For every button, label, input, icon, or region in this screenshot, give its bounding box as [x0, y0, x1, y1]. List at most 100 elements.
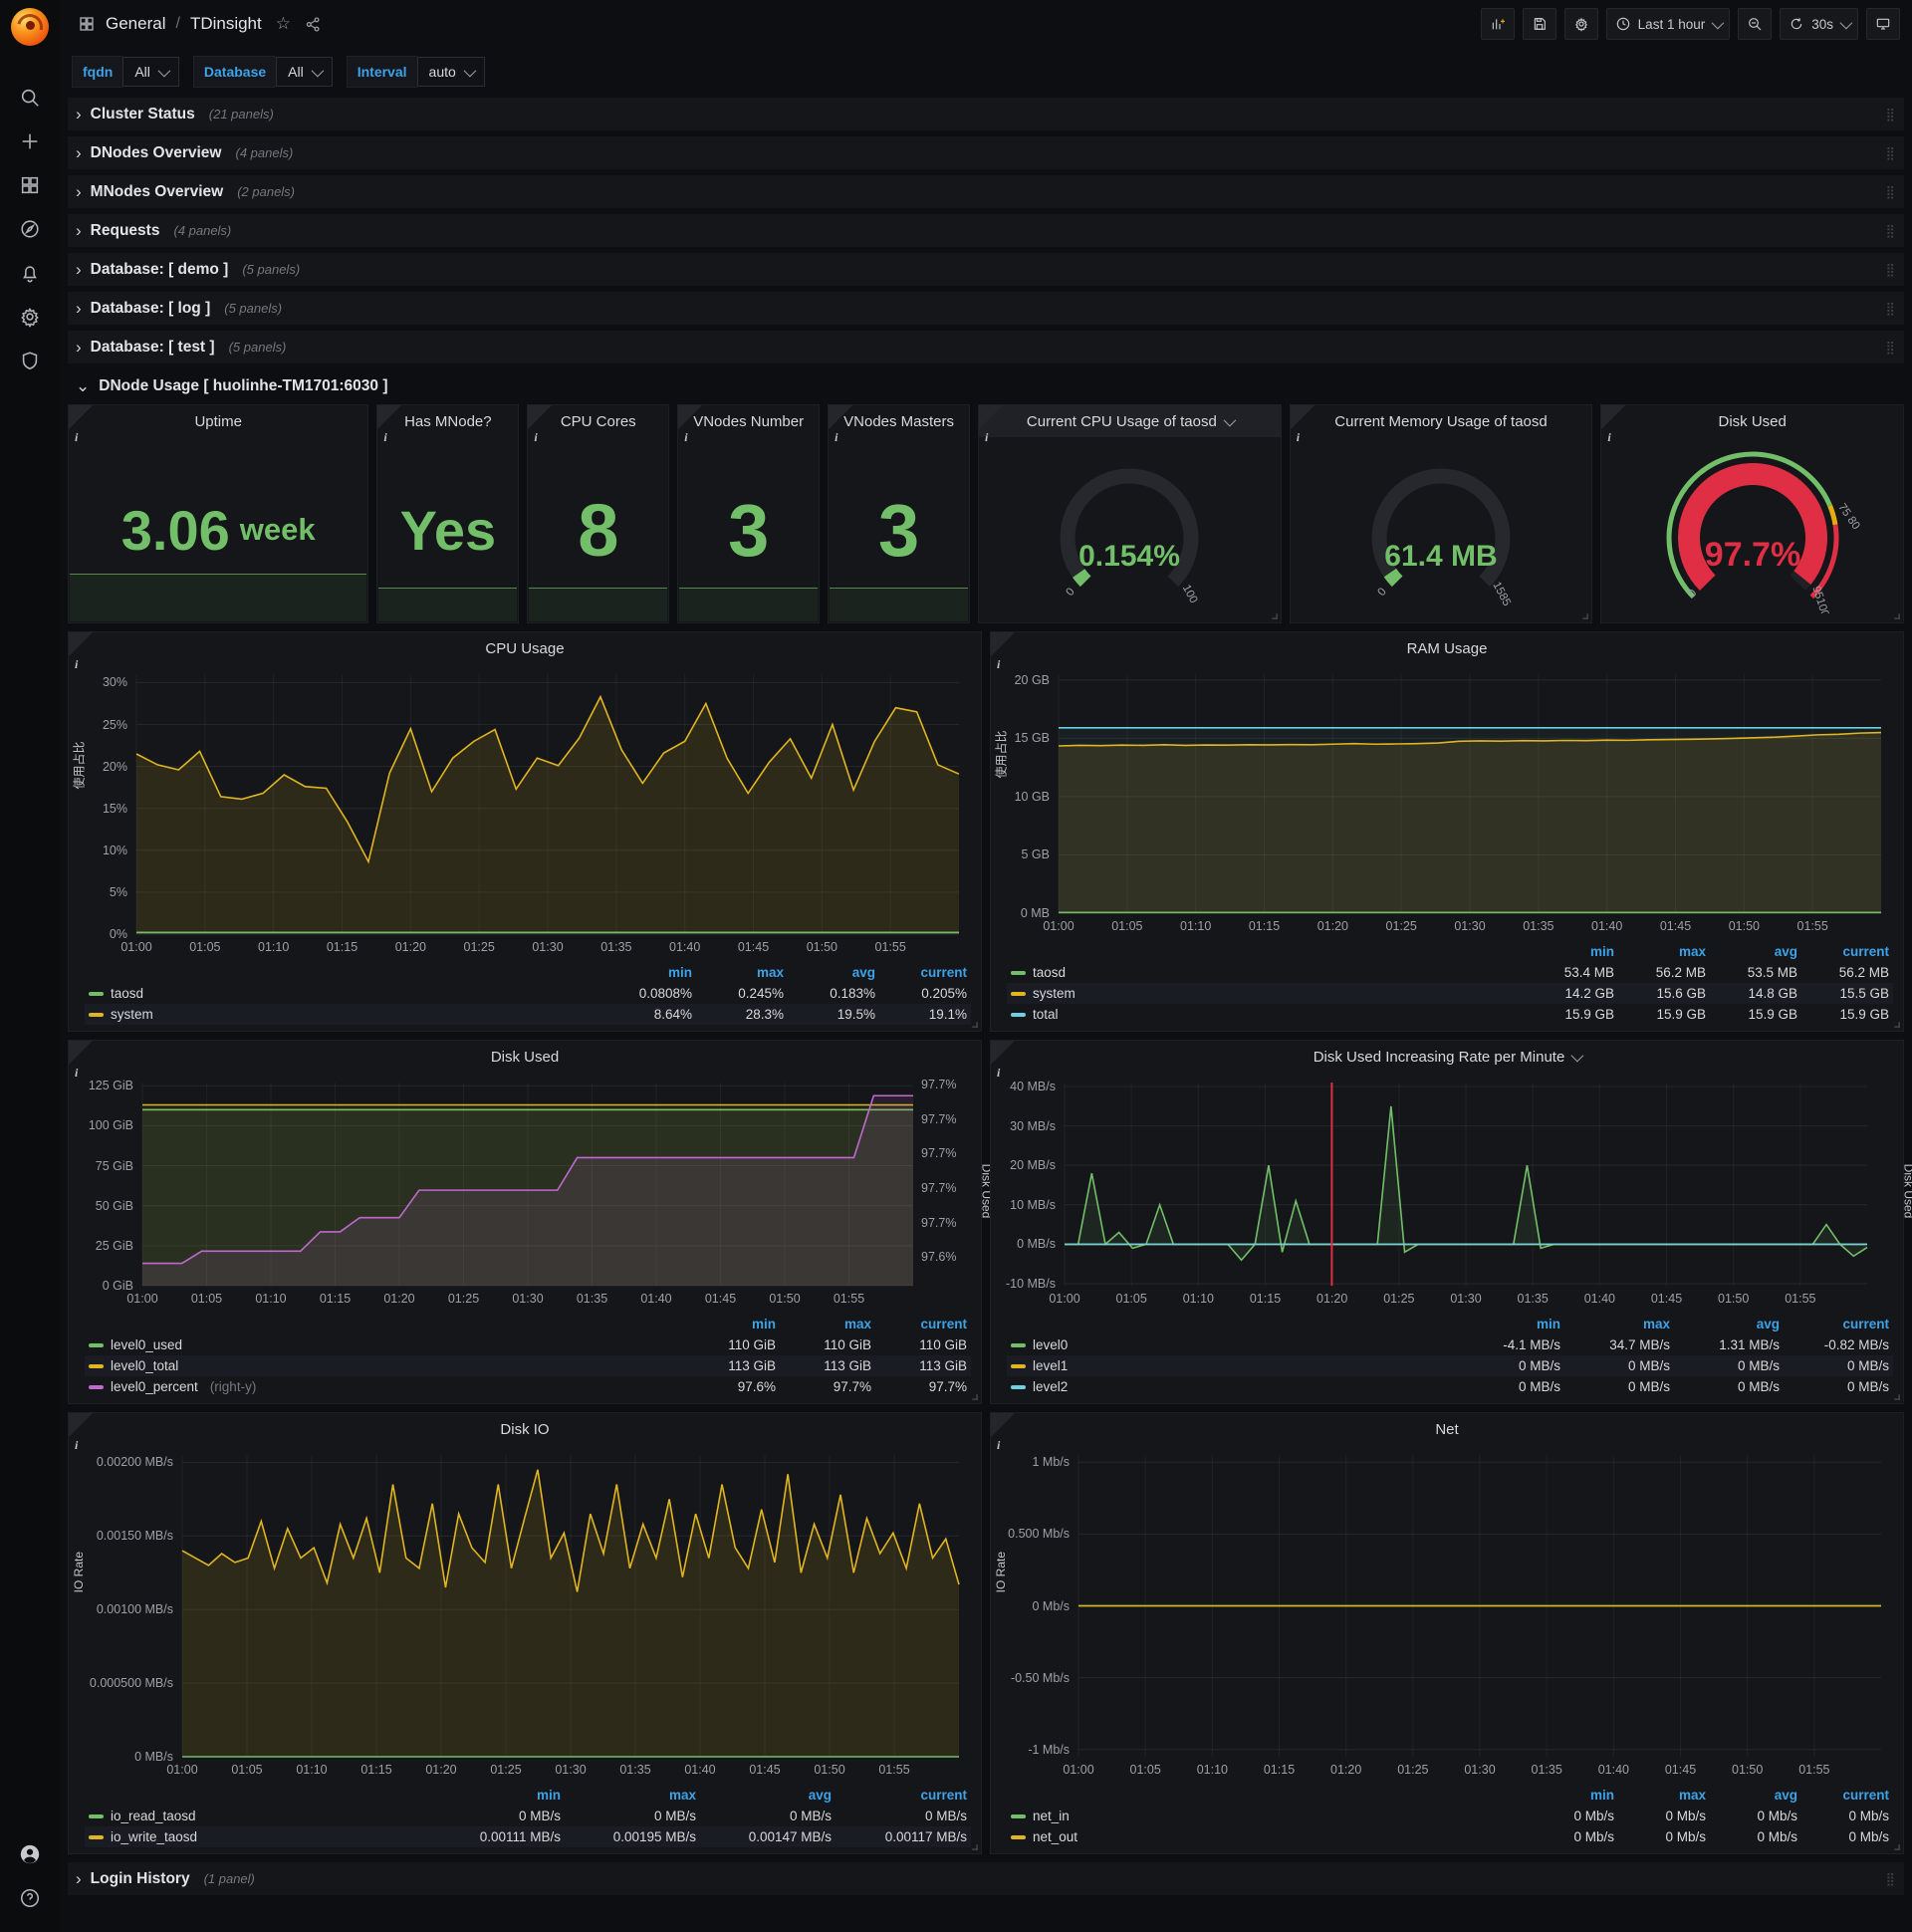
panel-resize-handle[interactable]: [1894, 1394, 1900, 1400]
panel-title[interactable]: Disk Used Increasing Rate per Minute: [991, 1041, 1903, 1073]
legend-series-toggle[interactable]: net_in: [1011, 1809, 1523, 1823]
panel-title[interactable]: Disk Used: [1601, 405, 1903, 437]
panel-info-corner[interactable]: i: [528, 405, 553, 444]
panel-info-corner[interactable]: i: [69, 1413, 93, 1452]
dashboard-settings-button[interactable]: [1563, 8, 1598, 40]
legend-column-header[interactable]: min: [1527, 1785, 1618, 1806]
row-drag-handle[interactable]: ⣿: [1885, 301, 1896, 317]
panel-info-corner[interactable]: i: [678, 405, 703, 444]
breadcrumb-page[interactable]: TDinsight: [190, 14, 262, 34]
legend-series-toggle[interactable]: level0_percent (right-y): [89, 1379, 680, 1394]
star-icon[interactable]: ☆: [276, 14, 291, 34]
legend-series-toggle[interactable]: taosd: [1011, 965, 1523, 980]
panel-info-corner[interactable]: i: [69, 632, 93, 671]
dashboard-row-cluster-status[interactable]: › Cluster Status (21 panels) ⣿: [68, 98, 1904, 130]
row-drag-handle[interactable]: ⣿: [1885, 1871, 1896, 1887]
variable-value-dropdown[interactable]: All: [276, 57, 333, 87]
panel-title[interactable]: Disk IO: [69, 1413, 981, 1445]
legend-column-header[interactable]: current: [836, 1785, 971, 1806]
panel-resize-handle[interactable]: [1894, 613, 1900, 619]
panel-info-corner[interactable]: i: [979, 405, 1004, 444]
dashboard-row-database-test-[interactable]: › Database: [ test ] (5 panels) ⣿: [68, 331, 1904, 363]
zoom-out-time-button[interactable]: [1738, 8, 1773, 40]
dashboard-row-mnodes-overview[interactable]: › MNodes Overview (2 panels) ⣿: [68, 175, 1904, 208]
row-drag-handle[interactable]: ⣿: [1885, 262, 1896, 278]
panel-info-corner[interactable]: i: [377, 405, 402, 444]
legend-series-toggle[interactable]: system: [1011, 986, 1523, 1001]
legend-column-header[interactable]: avg: [1674, 1314, 1784, 1334]
legend-series-toggle[interactable]: level0_total: [89, 1358, 680, 1373]
panel-resize-handle[interactable]: [1271, 613, 1278, 619]
legend-column-header[interactable]: min: [429, 1785, 565, 1806]
alerting-bell-icon[interactable]: [0, 251, 60, 295]
help-icon[interactable]: [0, 1876, 60, 1920]
variable-label[interactable]: fqdn: [72, 56, 123, 88]
panel-title[interactable]: Current CPU Usage of taosd: [979, 405, 1281, 437]
panel-title[interactable]: Disk Used: [69, 1041, 981, 1073]
panel-resize-handle[interactable]: [1894, 1022, 1900, 1028]
variable-label[interactable]: Interval: [346, 56, 417, 88]
row-drag-handle[interactable]: ⣿: [1885, 184, 1896, 200]
legend-series-toggle[interactable]: level1: [1011, 1358, 1451, 1373]
dashboard-row-database-log-[interactable]: › Database: [ log ] (5 panels) ⣿: [68, 292, 1904, 325]
tv-mode-button[interactable]: [1866, 8, 1900, 40]
dashboard-row-dnodes-overview[interactable]: › DNodes Overview (4 panels) ⣿: [68, 136, 1904, 169]
panel-resize-handle[interactable]: [972, 1022, 978, 1028]
row-drag-handle[interactable]: ⣿: [1885, 145, 1896, 161]
legend-series-toggle[interactable]: system: [89, 1007, 600, 1022]
legend-series-toggle[interactable]: level0: [1011, 1337, 1451, 1352]
panel-info-corner[interactable]: i: [991, 632, 1015, 671]
plot-area[interactable]: 0 MB/s 0.000500 MB/s 0.00100 MB/s 0.00150 M…: [72, 1455, 959, 1777]
plot-area[interactable]: -1 Mb/s -0.50 Mb/s 0 Mb/s 0.500 Mb/s 1 Mb/s 0…: [994, 1455, 1881, 1777]
legend-column-header[interactable]: min: [1527, 941, 1618, 962]
plot-area[interactable]: -10 MB/s 0 MB/s 10 MB/s 20 MB/s 30 MB/s 40 MB…: [1006, 1080, 1912, 1306]
legend-column-header[interactable]: current: [1801, 1785, 1893, 1806]
legend-column-header[interactable]: max: [1618, 941, 1710, 962]
plot-area[interactable]: 0% 5% 10% 15% 20% 25% 30% 01:00 01:05 01:10 01:15 0…: [73, 674, 959, 954]
legend-series-toggle[interactable]: total: [1011, 1007, 1523, 1022]
legend-column-header[interactable]: current: [1784, 1314, 1893, 1334]
row-dnode-usage[interactable]: ⌄ DNode Usage [ huolinhe-TM1701:6030 ]: [68, 369, 1904, 402]
server-admin-shield-icon[interactable]: [0, 339, 60, 382]
dashboards-icon[interactable]: [0, 163, 60, 207]
legend-series-toggle[interactable]: io_read_taosd: [89, 1809, 425, 1823]
create-plus-icon[interactable]: [0, 120, 60, 163]
dashboard-row-requests[interactable]: › Requests (4 panels) ⣿: [68, 214, 1904, 247]
panel-info-corner[interactable]: i: [69, 1041, 93, 1080]
search-icon[interactable]: [0, 76, 60, 120]
panel-title[interactable]: Uptime: [69, 405, 367, 437]
configuration-gear-icon[interactable]: [0, 295, 60, 339]
panel-title[interactable]: Current Memory Usage of taosd: [1291, 405, 1592, 437]
legend-column-header[interactable]: avg: [700, 1785, 836, 1806]
row-drag-handle[interactable]: ⣿: [1885, 107, 1896, 122]
breadcrumb-section[interactable]: General: [106, 14, 165, 34]
panel-resize-handle[interactable]: [972, 1844, 978, 1850]
panel-resize-handle[interactable]: [1582, 613, 1589, 619]
add-panel-button[interactable]: [1480, 8, 1515, 40]
panel-info-corner[interactable]: i: [1290, 405, 1314, 444]
dashboard-row-database-demo-[interactable]: › Database: [ demo ] (5 panels) ⣿: [68, 253, 1904, 286]
legend-column-header[interactable]: current: [879, 962, 971, 983]
legend-series-toggle[interactable]: io_write_taosd: [89, 1829, 425, 1844]
legend-column-header[interactable]: max: [565, 1785, 700, 1806]
legend-series-toggle[interactable]: level0_used: [89, 1337, 680, 1352]
row-login-history[interactable]: › Login History (1 panel) ⣿: [68, 1862, 1904, 1895]
legend-column-header[interactable]: min: [604, 962, 696, 983]
variable-value-dropdown[interactable]: All: [122, 57, 179, 87]
time-range-picker[interactable]: Last 1 hour: [1605, 8, 1731, 40]
panel-info-corner[interactable]: i: [69, 405, 93, 444]
variable-label[interactable]: Database: [192, 56, 277, 88]
legend-column-header[interactable]: avg: [1710, 941, 1801, 962]
legend-column-header[interactable]: min: [684, 1314, 780, 1334]
row-drag-handle[interactable]: ⣿: [1885, 340, 1896, 356]
share-icon[interactable]: [305, 16, 322, 33]
legend-column-header[interactable]: current: [875, 1314, 971, 1334]
legend-column-header[interactable]: max: [1618, 1785, 1710, 1806]
plot-area[interactable]: 0 MB 5 GB 10 GB 15 GB 20 GB 01:00 01:05 01:10 01…: [995, 673, 1881, 933]
legend-series-toggle[interactable]: net_out: [1011, 1829, 1523, 1844]
explore-compass-icon[interactable]: [0, 207, 60, 251]
variable-value-dropdown[interactable]: auto: [416, 57, 485, 87]
legend-series-toggle[interactable]: taosd: [89, 986, 600, 1001]
legend-column-header[interactable]: avg: [788, 962, 879, 983]
panel-resize-handle[interactable]: [1894, 1844, 1900, 1850]
